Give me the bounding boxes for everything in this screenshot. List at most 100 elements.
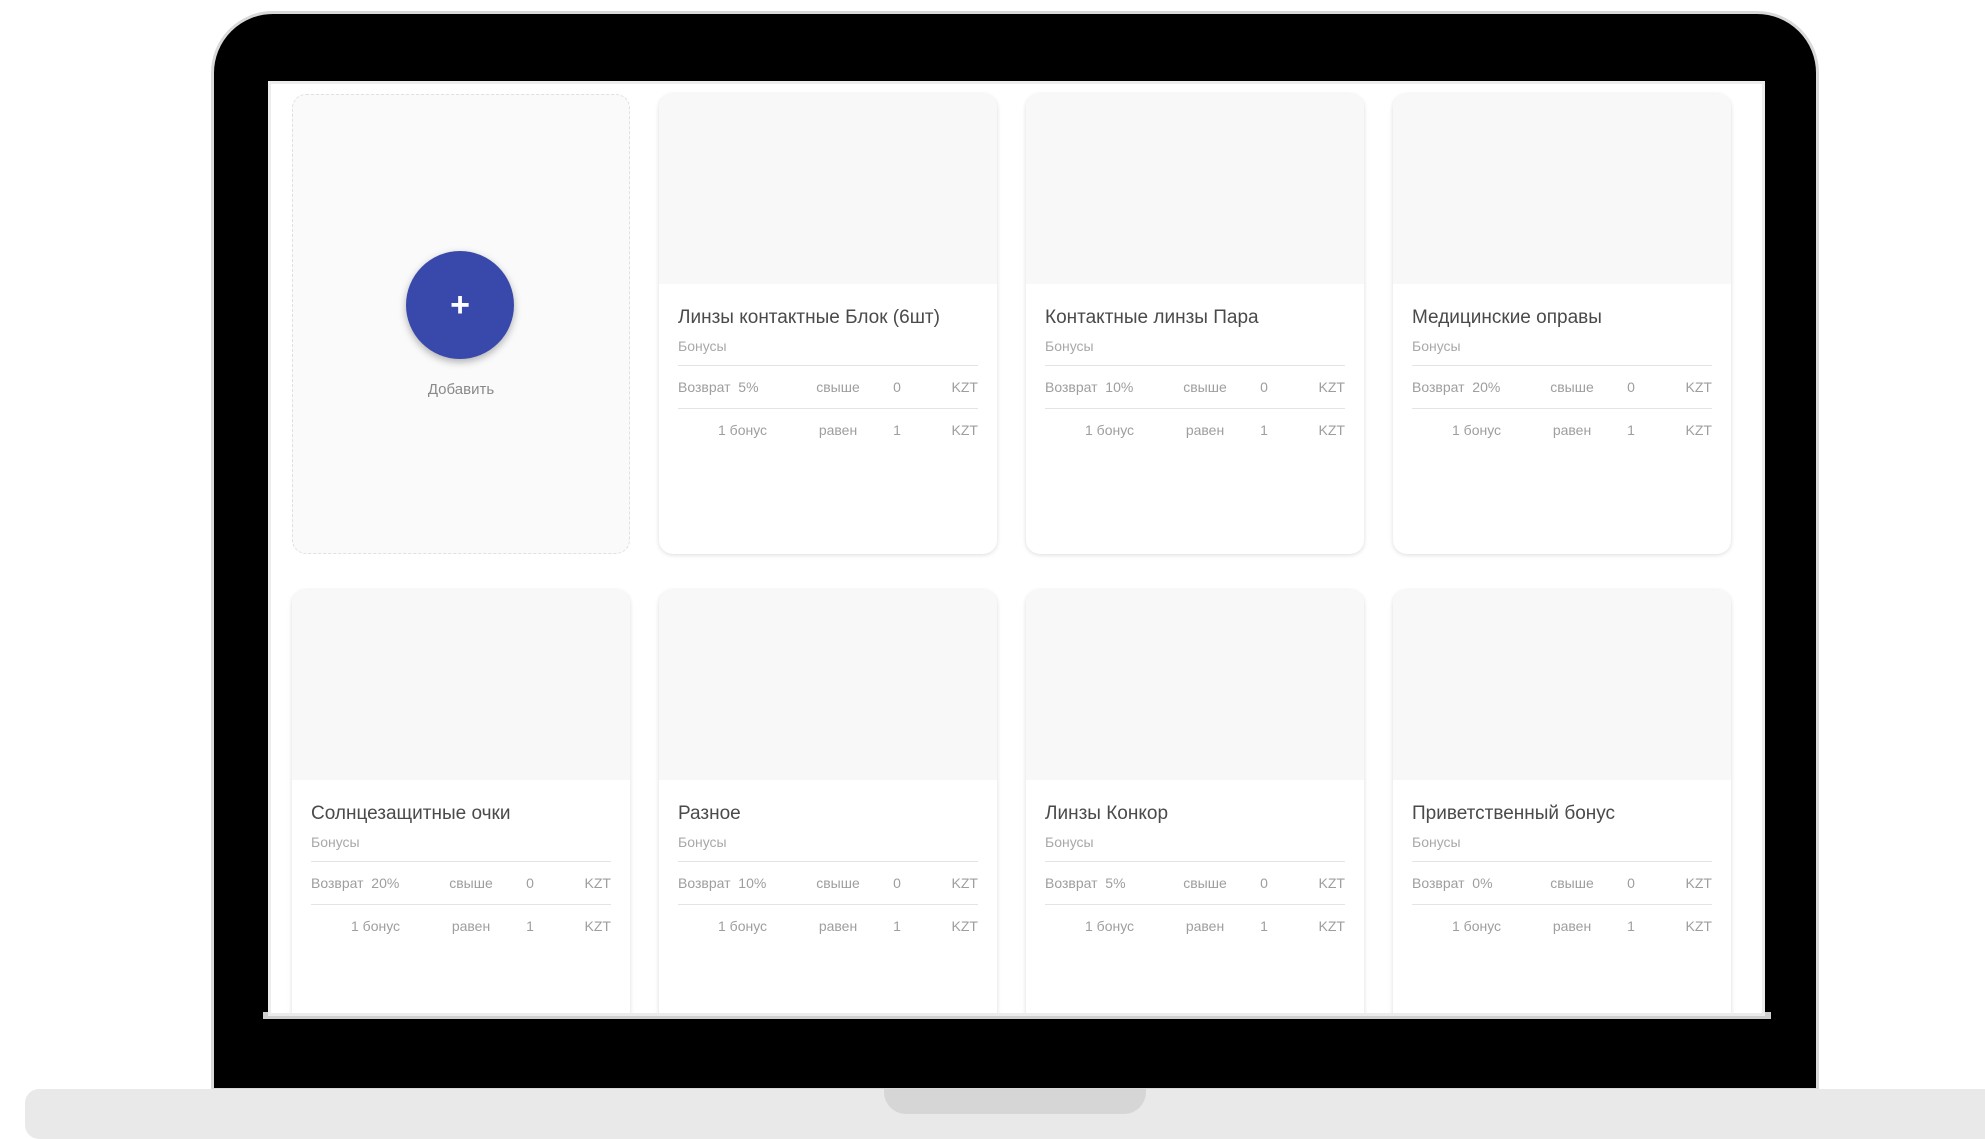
rate-currency: KZT — [1318, 422, 1345, 438]
rate-value: 1 — [1627, 422, 1635, 438]
equals-label: равен — [818, 422, 858, 438]
card-title: Линзы Конкор — [1045, 803, 1169, 824]
bonus-card-5[interactable]: Разное Бонусы Возврат 10% свыше 0 KZT 1 … — [659, 590, 997, 1013]
rate-value: 1 — [1260, 422, 1268, 438]
equals-label: равен — [1185, 918, 1225, 934]
return-label: Возврат — [1412, 379, 1465, 395]
card-image-placeholder — [659, 590, 997, 780]
bonus-card-7[interactable]: Приветственный бонус Бонусы Возврат 0% с… — [1393, 590, 1731, 1013]
return-cell: Возврат 10% — [1045, 379, 1171, 395]
card-subtitle: Бонусы — [1412, 834, 1461, 850]
currency-label: KZT — [1318, 379, 1345, 395]
return-label: Возврат — [1045, 379, 1098, 395]
return-cell: Возврат 0% — [1412, 875, 1538, 891]
return-percent: 20% — [1472, 379, 1501, 395]
above-value: 0 — [1627, 379, 1635, 395]
bonus-card-3[interactable]: Медицинские оправы Бонусы Возврат 20% св… — [1393, 94, 1731, 554]
return-row: Возврат 5% свыше 0 KZT — [1045, 861, 1345, 904]
rate-label: 1 бонус — [718, 918, 768, 934]
bonus-card-6[interactable]: Линзы Конкор Бонусы Возврат 5% свыше 0 K… — [1026, 590, 1364, 1013]
return-label: Возврат — [678, 875, 731, 891]
card-image-placeholder — [659, 94, 997, 284]
return-percent: 5% — [738, 379, 759, 395]
above-value: 0 — [1260, 875, 1268, 891]
rate-currency: KZT — [1685, 422, 1712, 438]
return-row: Возврат 20% свыше 0 KZT — [311, 861, 611, 904]
above-label: свыше — [1183, 875, 1227, 891]
card-subtitle: Бонусы — [1045, 834, 1094, 850]
rate-currency: KZT — [951, 422, 978, 438]
return-label: Возврат — [678, 379, 731, 395]
add-card[interactable]: + Добавить — [292, 94, 630, 554]
bonus-card-2[interactable]: Контактные линзы Пара Бонусы Возврат 10%… — [1026, 94, 1364, 554]
card-image-placeholder — [1393, 590, 1731, 780]
card-subtitle: Бонусы — [1045, 338, 1094, 354]
rate-row: 1 бонус равен 1 KZT — [1045, 904, 1345, 947]
return-label: Возврат — [311, 875, 364, 891]
rate-value: 1 — [893, 422, 901, 438]
return-row: Возврат 20% свыше 0 KZT — [1412, 365, 1712, 408]
rate-row: 1 бонус равен 1 KZT — [1045, 408, 1345, 451]
rate-label: 1 бонус — [718, 422, 768, 438]
equals-label: равен — [451, 918, 491, 934]
card-title: Контактные линзы Пара — [1045, 307, 1259, 328]
card-subtitle: Бонусы — [678, 338, 727, 354]
card-image-placeholder — [292, 590, 630, 780]
above-label: свыше — [816, 379, 860, 395]
rate-value: 1 — [1260, 918, 1268, 934]
rate-row: 1 бонус равен 1 KZT — [1412, 408, 1712, 451]
card-subtitle: Бонусы — [678, 834, 727, 850]
above-label: свыше — [1183, 379, 1227, 395]
bonus-card-4[interactable]: Солнцезащитные очки Бонусы Возврат 20% с… — [292, 590, 630, 1013]
card-title: Линзы контактные Блок (6шт) — [678, 307, 940, 328]
above-value: 0 — [1260, 379, 1268, 395]
return-cell: Возврат 20% — [311, 875, 437, 891]
return-cell: Возврат 20% — [1412, 379, 1538, 395]
above-value: 0 — [1627, 875, 1635, 891]
card-title: Солнцезащитные очки — [311, 803, 511, 824]
currency-label: KZT — [1685, 875, 1712, 891]
card-title: Разное — [678, 803, 741, 824]
rate-row: 1 бонус равен 1 KZT — [678, 408, 978, 451]
rate-currency: KZT — [951, 918, 978, 934]
return-percent: 10% — [1105, 379, 1134, 395]
rate-row: 1 бонус равен 1 KZT — [1412, 904, 1712, 947]
above-value: 0 — [526, 875, 534, 891]
card-image-placeholder — [1026, 94, 1364, 284]
rate-currency: KZT — [584, 918, 611, 934]
laptop-screen: + Добавить Линзы контактные Блок (6шт) Б… — [268, 81, 1765, 1016]
return-label: Возврат — [1045, 875, 1098, 891]
equals-label: равен — [1185, 422, 1225, 438]
return-percent: 0% — [1472, 875, 1493, 891]
return-cell: Возврат 10% — [678, 875, 804, 891]
return-percent: 5% — [1105, 875, 1126, 891]
card-title: Приветственный бонус — [1412, 803, 1616, 824]
rate-value: 1 — [526, 918, 534, 934]
rate-currency: KZT — [1318, 918, 1345, 934]
return-percent: 20% — [371, 875, 400, 891]
card-image-placeholder — [1393, 94, 1731, 284]
rate-label: 1 бонус — [1085, 422, 1135, 438]
above-label: свыше — [1550, 379, 1594, 395]
add-button[interactable]: + — [406, 251, 514, 359]
above-value: 0 — [893, 379, 901, 395]
currency-label: KZT — [1318, 875, 1345, 891]
rate-value: 1 — [893, 918, 901, 934]
rate-currency: KZT — [1685, 918, 1712, 934]
rate-label: 1 бонус — [1452, 422, 1502, 438]
rate-label: 1 бонус — [351, 918, 401, 934]
return-row: Возврат 0% свыше 0 KZT — [1412, 861, 1712, 904]
currency-label: KZT — [1685, 379, 1712, 395]
bonus-card-1[interactable]: Линзы контактные Блок (6шт) Бонусы Возвр… — [659, 94, 997, 554]
above-label: свыше — [1550, 875, 1594, 891]
plus-icon: + — [450, 286, 470, 324]
return-cell: Возврат 5% — [678, 379, 804, 395]
card-image-placeholder — [1026, 590, 1364, 780]
above-value: 0 — [893, 875, 901, 891]
rate-label: 1 бонус — [1085, 918, 1135, 934]
card-subtitle: Бонусы — [1412, 338, 1461, 354]
return-percent: 10% — [738, 875, 767, 891]
rate-row: 1 бонус равен 1 KZT — [678, 904, 978, 947]
above-label: свыше — [449, 875, 493, 891]
laptop-notch — [884, 1089, 1146, 1114]
